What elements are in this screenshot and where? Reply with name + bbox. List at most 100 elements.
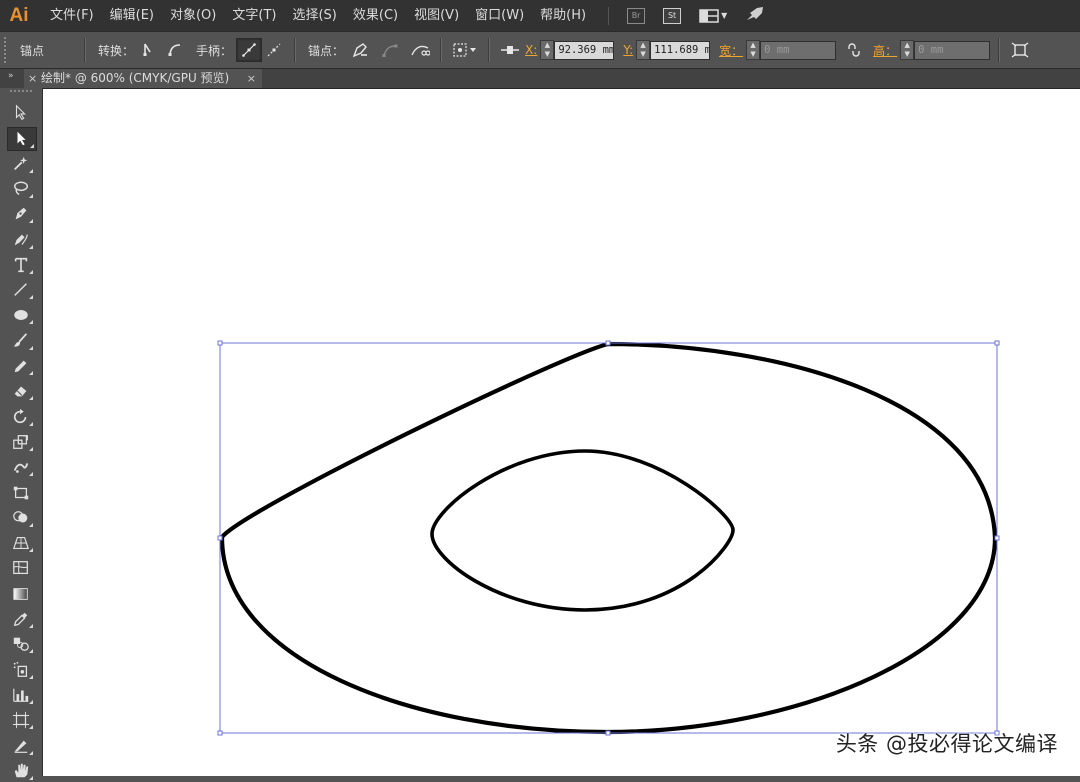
height-stepper[interactable]: ▲ ▼ (900, 40, 915, 60)
convert-to-smooth-icon[interactable] (162, 39, 186, 61)
isolate-selected-icon[interactable] (450, 39, 480, 61)
direct-selection-tool-button[interactable] (7, 127, 37, 152)
watermark: 头条 @投必得论文编译 (835, 732, 1058, 756)
column-graph-tool-button[interactable] (7, 684, 35, 706)
menu-help[interactable]: 帮助(H) (532, 0, 594, 31)
height-label: 高： (873, 43, 898, 58)
menu-type[interactable]: 文字(T) (224, 0, 284, 31)
curvature-tool-button[interactable] (7, 229, 35, 251)
menu-edit[interactable]: 编辑(E) (102, 0, 162, 31)
shape-builder-tool-button[interactable] (7, 507, 35, 529)
stock-icon[interactable]: St (663, 7, 682, 24)
eraser-tool-button[interactable] (7, 380, 35, 402)
rotate-tool-button[interactable] (7, 406, 35, 428)
y-field[interactable]: 111.689 mm (650, 40, 711, 60)
eyedropper-tool-button[interactable] (7, 608, 35, 630)
ellipse-tool-button[interactable] (7, 304, 35, 326)
menu-select[interactable]: 选择(S) (284, 0, 344, 31)
lasso-tool-button[interactable] (7, 178, 35, 200)
anchors-label: 锚点： (308, 43, 345, 58)
menu-effect[interactable]: 效果(C) (345, 0, 406, 31)
divider (488, 38, 491, 62)
slice-tool-button[interactable] (7, 735, 35, 757)
menu-object[interactable]: 对象(O) (162, 0, 224, 31)
artwork[interactable] (43, 89, 1080, 776)
paintbrush-tool-button[interactable] (7, 330, 35, 352)
selection-context-label: 锚点 (20, 43, 45, 58)
eraser-tool-icon (14, 386, 27, 397)
scale-tool-button[interactable] (7, 431, 35, 453)
inner-path (430, 449, 735, 612)
control-bar-grip[interactable] (4, 37, 12, 63)
symbol-sprayer-tool-icon (13, 661, 28, 677)
hand-tool-button[interactable] (7, 760, 35, 782)
tool-group-indicator (29, 548, 33, 553)
blend-tool-button[interactable] (7, 633, 35, 655)
width-label: 宽： (719, 43, 744, 58)
divider (294, 38, 297, 62)
tool-group-indicator (29, 168, 33, 173)
transform-icon[interactable] (1008, 39, 1032, 61)
magic-wand-tool-icon (14, 156, 28, 170)
menu-bar: Ai 文件(F) 编辑(E) 对象(O) 文字(T) 选择(S) 效果(C) 视… (0, 0, 1080, 31)
symbol-sprayer-tool-button[interactable] (7, 659, 35, 681)
selection-tool-icon (15, 104, 26, 121)
height-field[interactable]: 0 mm (914, 40, 991, 60)
selection-tool-button[interactable] (7, 102, 35, 124)
tool-group-indicator (29, 649, 33, 654)
reference-point-icon[interactable] (498, 39, 522, 61)
tools-panel-grip[interactable] (10, 90, 32, 96)
pencil-tool-icon (14, 360, 27, 373)
menu-view[interactable]: 视图(V) (406, 0, 467, 31)
remove-anchor-icon[interactable] (348, 39, 372, 61)
gradient-tool-icon (13, 587, 28, 600)
tool-group-indicator (29, 295, 33, 300)
close-icon[interactable]: × (247, 69, 256, 88)
menu-window[interactable]: 窗口(W) (467, 0, 532, 31)
puppet-warp-tool-button[interactable] (7, 456, 35, 478)
connect-endpoints-icon[interactable] (378, 39, 402, 61)
document-tab[interactable]: × 绘制* @ 600% (CMYK/GPU 预览) × (24, 69, 262, 88)
pencil-tool-button[interactable] (7, 355, 35, 377)
width-field[interactable]: 0 mm (760, 40, 837, 60)
tool-group-indicator (29, 269, 33, 274)
collapse-panels-icon[interactable]: » (8, 71, 14, 81)
arrange-documents-icon[interactable]: ▼ (699, 8, 727, 23)
free-transform-tool-icon (13, 486, 29, 499)
pen-tool-icon (15, 207, 27, 220)
tool-group-indicator (29, 725, 33, 730)
app-logo: Ai (9, 5, 29, 26)
canvas[interactable]: 头条 @投必得论文编译 (43, 89, 1080, 776)
hide-handles-icon[interactable] (262, 39, 286, 61)
close-icon[interactable]: × (28, 69, 37, 88)
convert-to-corner-icon[interactable] (138, 39, 162, 61)
line-segment-tool-button[interactable] (7, 279, 35, 301)
width-stepper[interactable]: ▲ ▼ (746, 40, 761, 60)
bridge-icon[interactable]: Br (627, 7, 646, 24)
cut-path-icon[interactable] (408, 39, 432, 61)
show-handles-icon[interactable] (236, 38, 263, 62)
hand-tool-icon (14, 763, 29, 778)
puppet-warp-tool-icon (13, 463, 29, 474)
tool-group-indicator (29, 371, 33, 375)
artboard-tool-button[interactable] (7, 709, 35, 731)
mesh-tool-button[interactable] (7, 557, 35, 579)
constrain-proportions-icon[interactable] (842, 39, 866, 61)
magic-wand-tool-button[interactable] (7, 153, 35, 175)
x-stepper[interactable]: ▲ ▼ (540, 40, 555, 60)
gpu-performance-icon[interactable] (745, 6, 765, 26)
tool-group-indicator (29, 219, 33, 224)
control-bar: 锚点 转换： 手柄： 锚点： X: ▲ ▼ 92.369 mm Y: ▲ ▼ 111… (0, 31, 1080, 69)
free-transform-tool-button[interactable] (7, 482, 35, 504)
perspective-grid-tool-button[interactable] (7, 532, 35, 554)
line-segment-tool-icon (14, 283, 27, 297)
x-field[interactable]: 92.369 mm (554, 40, 615, 60)
gradient-tool-button[interactable] (7, 583, 35, 605)
document-tab-bar: » × 绘制* @ 600% (CMYK/GPU 预览) × (0, 69, 1080, 89)
pen-tool-button[interactable] (7, 203, 35, 225)
y-stepper[interactable]: ▲ ▼ (636, 40, 651, 60)
menu-file[interactable]: 文件(F) (42, 0, 102, 31)
handles-label: 手柄： (196, 43, 233, 58)
type-tool-button[interactable] (7, 254, 35, 276)
tool-group-indicator (29, 320, 33, 325)
